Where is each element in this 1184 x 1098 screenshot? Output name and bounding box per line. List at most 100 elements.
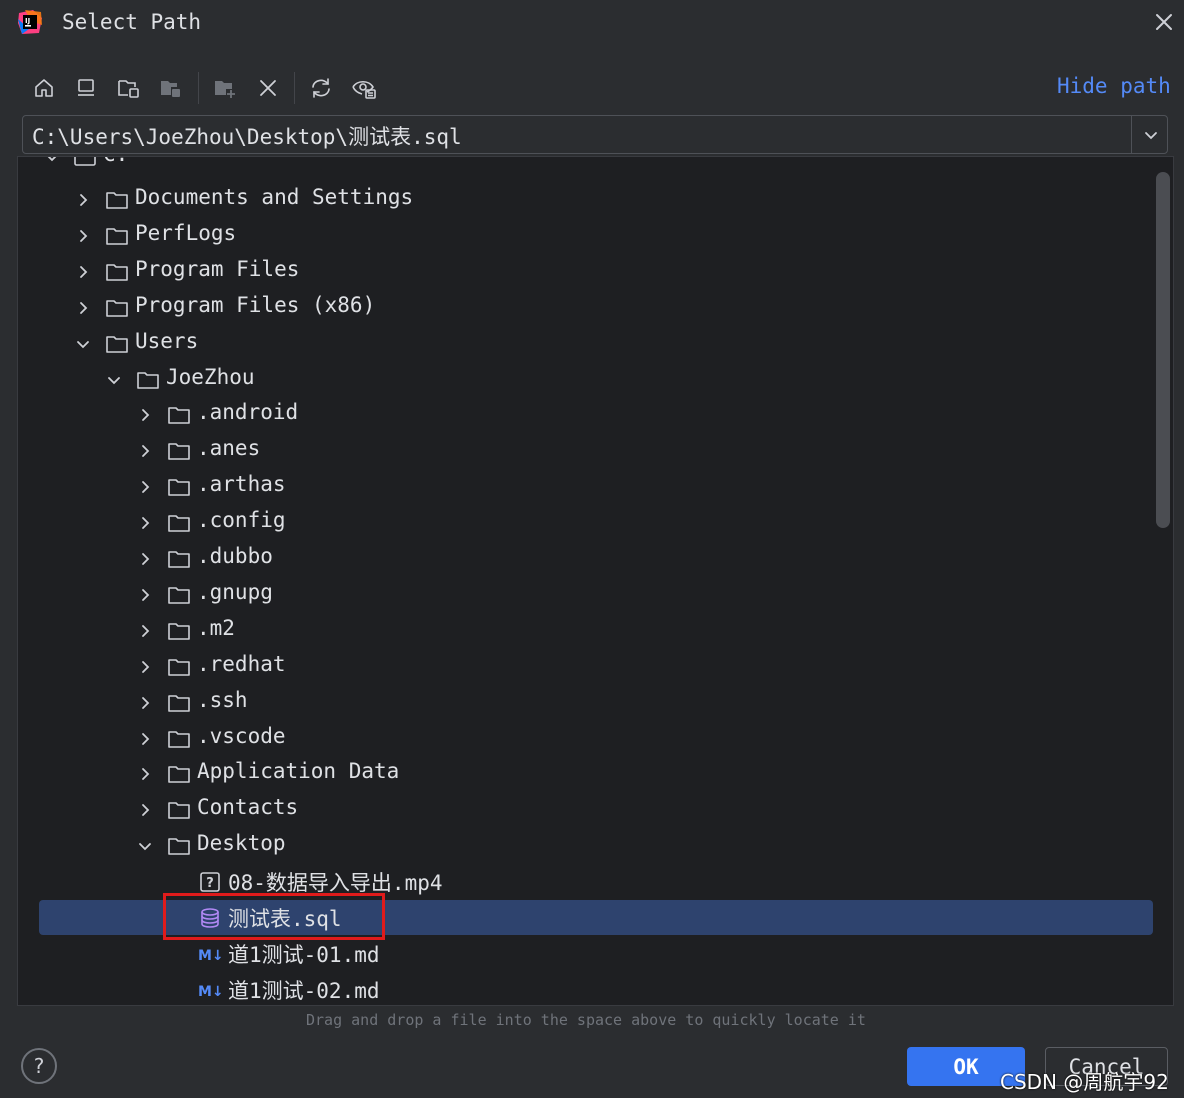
chevron-right-icon[interactable] [136,730,154,748]
tree-row-dubbo[interactable]: .dubbo [18,541,1173,577]
folder-icon [168,622,190,640]
tree-row-users[interactable]: Users [18,326,1173,362]
folder-icon [168,515,190,532]
folder-icon [137,371,159,389]
tree-item-label: .dubbo [197,544,273,568]
folder-icon [168,694,190,712]
folder-icon [168,443,190,461]
chevron-right-icon[interactable] [74,227,92,245]
project-folder-icon[interactable] [113,72,145,104]
chevron-down-icon[interactable] [74,335,92,353]
tree-row-gnupg[interactable]: .gnupg [18,577,1173,613]
folder-icon [168,479,190,496]
tree-item-label: .arthas [197,472,286,497]
chevron-right-icon[interactable] [136,765,154,783]
svg-text:M↓: M↓ [198,948,222,964]
folder-icon [168,407,190,425]
tree-item-label: JoeZhou [166,364,255,389]
chevron-right-icon[interactable] [136,478,154,496]
tree-row-1-01-md[interactable]: M↓ 道1测试-01.md [18,936,1173,972]
hide-path-link[interactable]: Hide path [1057,74,1171,98]
folder-icon [106,335,128,353]
folder-icon [168,802,190,820]
markdown-file-icon: M↓ [198,984,222,1000]
watermark: CSDN @周航宇92 [1000,1070,1169,1094]
chevron-right-icon[interactable] [136,442,154,460]
folder-icon [168,838,190,855]
tree-row-arthas[interactable]: .arthas [18,469,1173,505]
chevron-right-icon[interactable] [136,514,154,532]
tree-row-1-02-md[interactable]: M↓ 道1测试-02.md [18,972,1173,1005]
tree-scrollbar[interactable] [1156,172,1170,528]
close-icon[interactable] [1150,8,1178,36]
tree-item-label: .redhat [197,651,286,676]
chevron-right-icon[interactable] [136,801,154,819]
chevron-right-icon[interactable] [136,406,154,424]
tree-item-label: Documents and Settings [135,185,414,209]
file-tree[interactable]: C: Documents and Settings PerfLogs Program… [17,156,1174,1006]
tree-row-contacts[interactable]: Contacts [18,792,1173,828]
desktop-icon[interactable] [70,72,102,104]
refresh-icon[interactable] [305,72,337,104]
tree-item-label: Program Files [135,256,300,281]
tree-row-program-files[interactable]: Program Files [18,254,1173,290]
tree-row-perflogs[interactable]: PerfLogs [18,218,1173,254]
tree-item-label: .config [197,508,286,533]
tree-row-desktop[interactable]: Desktop [18,828,1173,864]
tree-item-label: .vscode [197,723,286,748]
new-folder-icon[interactable] [209,72,241,104]
tree-item-label: Users [135,328,199,353]
tree-item-label: .anes [197,436,261,461]
chevron-right-icon[interactable] [136,622,154,640]
delete-icon[interactable] [252,72,284,104]
dialog-title: Select Path [62,10,202,34]
tree-item-label: .ssh [197,687,248,712]
chevron-right-icon[interactable] [74,263,92,281]
chevron-down-icon[interactable] [105,371,123,389]
module-folder-icon[interactable] [155,72,187,104]
tree-row-application-data[interactable]: Application Data [18,756,1173,792]
tree-row-anes[interactable]: .anes [18,433,1173,469]
show-hidden-icon[interactable] [349,72,381,104]
chevron-right-icon[interactable] [136,658,154,676]
chevron-down-icon[interactable] [43,156,61,166]
svg-text:IJ: IJ [25,17,30,25]
chevron-down-icon[interactable] [1131,116,1169,153]
tree-root-label: C: [103,157,128,166]
chevron-right-icon[interactable] [74,191,92,209]
chevron-right-icon[interactable] [136,694,154,712]
svg-text:M↓: M↓ [198,984,222,1000]
tree-item-label: .gnupg [197,579,273,604]
tree-row-config[interactable]: .config [18,505,1173,541]
tree-root-row[interactable]: C: [18,156,1173,175]
tree-item-label: 道1测试-01.md [228,942,380,967]
tree-row-ssh[interactable]: .ssh [18,685,1173,721]
folder-icon [168,730,190,748]
chevron-right-icon[interactable] [74,299,92,317]
folder-icon [168,587,190,604]
markdown-file-icon: M↓ [198,948,222,964]
help-icon[interactable]: ? [21,1048,57,1084]
tree-row-m2[interactable]: .m2 [18,613,1173,649]
tree-item-label: Application Data [197,759,400,784]
tree-item-label: .android [197,400,299,425]
home-icon[interactable] [28,72,60,104]
drive-icon [74,157,96,166]
chevron-right-icon[interactable] [136,550,154,568]
chevron-right-icon[interactable] [136,586,154,604]
tree-row-program-files-x86[interactable]: Program Files (x86) [18,290,1173,326]
chevron-down-icon[interactable] [136,837,154,855]
path-input-value[interactable]: C:\Users\JoeZhou\Desktop\测试表.sql [32,121,462,151]
folder-icon [168,766,190,784]
tree-row-joezhou[interactable]: JoeZhou [18,362,1173,398]
tree-row-android[interactable]: .android [18,397,1173,433]
tree-item-label: Program Files (x86) [135,292,376,317]
tree-row-redhat[interactable]: .redhat [18,649,1173,685]
tree-row-documents-and-settings[interactable]: Documents and Settings [18,182,1173,218]
tree-item-label: PerfLogs [135,220,237,245]
folder-icon [168,551,190,568]
tree-row-vscode[interactable]: .vscode [18,721,1173,757]
folder-icon [168,658,190,676]
drag-drop-hint: Drag and drop a file into the space abov… [306,1011,866,1029]
folder-icon [106,263,128,281]
